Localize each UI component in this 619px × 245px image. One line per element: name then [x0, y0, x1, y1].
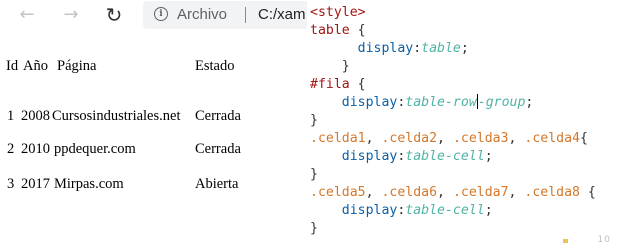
browser-toolbar: ← → ↻ i Archivo C:/xam [0, 0, 310, 32]
code-line-6[interactable]: display:table-row-group; [310, 94, 533, 112]
code-token: , [365, 185, 382, 200]
back-arrow-icon[interactable]: ← [12, 2, 42, 28]
code-token: { [349, 77, 366, 92]
code-token: .celda8 [524, 185, 580, 200]
code-token: .celda7 [452, 185, 509, 200]
code-token: table-cell [405, 149, 485, 164]
code-token-part: -group [477, 95, 526, 110]
code-token: <style> [310, 5, 366, 20]
table-row-2-status: Cerrada [195, 141, 241, 157]
code-token: display [341, 95, 398, 110]
code-token: ; [525, 95, 534, 110]
code-token: table [421, 41, 461, 56]
code-token: { [349, 23, 366, 38]
code-token: .celda4 [524, 131, 580, 146]
forward-arrow-icon[interactable]: → [56, 2, 86, 28]
code-token: display [357, 41, 414, 56]
code-line-11[interactable]: .celda5, .celda6, .celda7, .celda8 { [310, 184, 596, 202]
code-token: } [310, 221, 318, 236]
table-row-1-year: 2008 [21, 108, 50, 124]
table-row-3-id: 3 [7, 176, 15, 192]
code-token: display [341, 149, 398, 164]
code-token: : [413, 41, 422, 56]
code-token: } [310, 167, 318, 182]
code-token: #fila [310, 77, 350, 92]
code-token: ; [484, 149, 493, 164]
code-token: .celda1 [310, 131, 366, 146]
code-line-10[interactable]: } [310, 166, 318, 184]
code-token: } [310, 113, 318, 128]
editor-status-marks: 10 [597, 235, 611, 245]
code-token: { [579, 185, 596, 200]
table-row-2-page: ppdequer.com [54, 141, 136, 157]
code-line-12[interactable]: display:table-cell; [310, 202, 493, 220]
code-token: , [365, 131, 382, 146]
header-estado: Estado [195, 58, 235, 74]
code-token: , [437, 185, 453, 200]
code-token: table [310, 23, 350, 38]
code-line-5[interactable]: #fila { [310, 76, 366, 94]
table-row-3-status: Abierta [195, 176, 239, 192]
code-token: , [437, 131, 453, 146]
reload-button[interactable]: ↻ [99, 2, 129, 28]
table-row-3-page: Mirpas.com [54, 176, 124, 192]
table-row-1-page: Cursosindustriales.net [52, 108, 181, 124]
code-token: { [579, 131, 588, 146]
code-token: , [508, 131, 525, 146]
code-token: ; [460, 41, 469, 56]
editor-status-indicator [563, 239, 568, 243]
code-token: } [310, 59, 350, 74]
code-line-13[interactable]: } [310, 220, 318, 238]
address-scheme-label: Archivo [177, 6, 228, 23]
code-token: .celda6 [381, 185, 438, 200]
code-line-1[interactable]: <style> [310, 4, 366, 22]
code-editor[interactable]: <style> table { display:table; } #fila { d… [307, 0, 619, 245]
code-line-4[interactable]: } [310, 58, 350, 76]
code-token: table-row-group [405, 94, 526, 110]
table-row-3-year: 2017 [21, 176, 50, 192]
header-ano: Año [23, 58, 48, 74]
table-row-2-year: 2010 [21, 141, 50, 157]
header-id: Id [6, 58, 19, 74]
code-token: ; [484, 203, 493, 218]
info-icon[interactable]: i [154, 7, 168, 21]
code-token: .celda2 [381, 131, 438, 146]
code-token: table-cell [405, 203, 485, 218]
code-token: .celda3 [452, 131, 509, 146]
code-token: .celda5 [310, 185, 366, 200]
code-line-7[interactable]: } [310, 112, 318, 130]
code-line-2[interactable]: table { [310, 22, 366, 40]
address-bar[interactable]: i Archivo C:/xam [143, 1, 310, 29]
code-line-8[interactable]: .celda1, .celda2, .celda3, .celda4{ [310, 130, 588, 148]
address-separator [245, 7, 246, 23]
code-token: , [508, 185, 525, 200]
code-token: display [341, 203, 398, 218]
code-line-3[interactable]: display:table; [310, 40, 469, 58]
table-row-1-id: 1 [7, 108, 15, 124]
code-line-9[interactable]: display:table-cell; [310, 148, 493, 166]
table-row-2-id: 2 [7, 141, 15, 157]
header-pagina: Página [57, 58, 97, 74]
table-row-1-status: Cerrada [195, 108, 241, 124]
address-url[interactable]: C:/xam [258, 6, 306, 23]
code-token-part: table-row [405, 95, 477, 110]
rendered-page: Id Año Página Estado 1 2008 Cursosindust… [0, 32, 310, 245]
reload-icon: ↻ [105, 3, 123, 27]
